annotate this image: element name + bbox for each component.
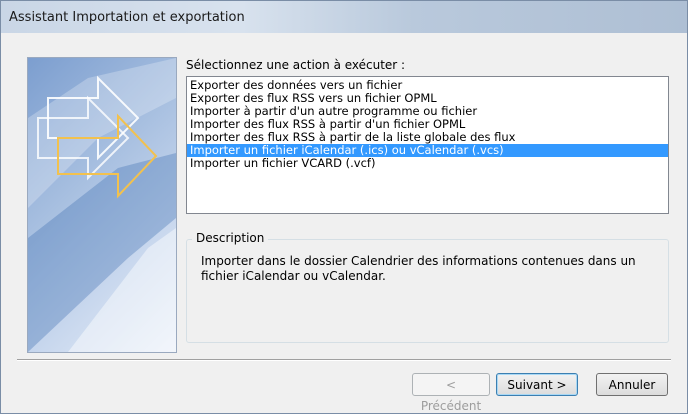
next-button[interactable]: Suivant > [496, 373, 578, 396]
action-list[interactable]: Exporter des données vers un fichier Exp… [186, 76, 669, 214]
separator [17, 359, 671, 361]
description-label: Description [192, 231, 269, 245]
arrows-graphic [28, 58, 176, 352]
wizard-window: Assistant Importation et exportation Sél… [0, 0, 688, 414]
cancel-button[interactable]: Annuler [596, 373, 668, 396]
title-bar[interactable]: Assistant Importation et exportation [1, 1, 687, 33]
wizard-banner-image [27, 57, 177, 353]
previous-button[interactable]: < Précédent [412, 373, 490, 413]
description-text: Importer dans le dossier Calendrier des … [201, 254, 636, 283]
list-item[interactable]: Importer un fichier VCARD (.vcf) [187, 157, 668, 170]
window-title: Assistant Importation et exportation [9, 10, 245, 25]
wizard-body: Sélectionnez une action à exécuter : Exp… [9, 33, 679, 413]
action-prompt: Sélectionnez une action à exécuter : [186, 58, 406, 72]
